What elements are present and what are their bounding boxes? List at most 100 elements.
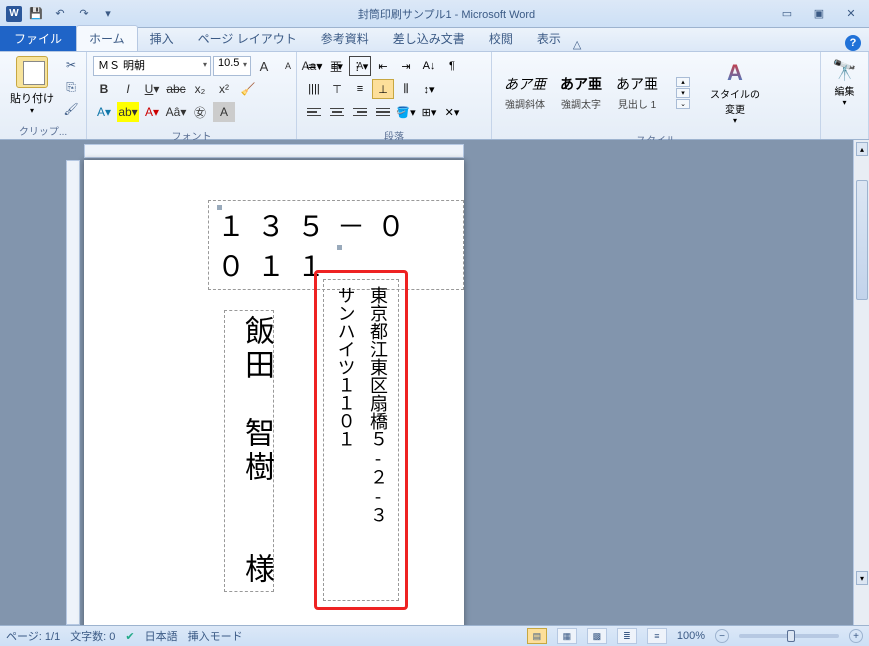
tab-mailings[interactable]: 差し込み文書 [381,26,477,51]
document-area: １３５－００１１ 東京都江東区扇橋５‐２‐３ サンハイツ１１０１ 飯田 智樹 様… [0,140,869,625]
tab-review[interactable]: 校閲 [477,26,525,51]
styles-more-icon[interactable]: ⌄ [676,99,690,109]
shrink-font-icon[interactable]: A [277,56,299,76]
tab-home[interactable]: ホーム [76,25,138,51]
copy-icon[interactable]: ⎘ [62,78,80,96]
align-center-icon[interactable] [326,102,348,122]
char-scale-icon[interactable]: Aâ▾ [165,102,187,122]
recipient-name[interactable]: 飯田 智樹 様 [229,315,283,587]
char-shading-icon[interactable]: A [213,102,235,122]
zoom-slider-thumb[interactable] [787,630,795,642]
superscript-button[interactable]: x² [213,79,235,99]
increase-indent-icon[interactable]: ⇥ [395,56,417,76]
underline-button[interactable]: U▾ [141,79,163,99]
change-styles-icon: A [727,60,743,86]
tab-insert[interactable]: 挿入 [138,26,186,51]
text-direction-icon[interactable]: |||| [303,79,325,99]
view-draft-icon[interactable]: ≡ [647,628,667,644]
qat-dropdown-icon[interactable]: ▾ [98,4,118,24]
close-button[interactable]: ✕ [839,5,863,23]
bullets-icon[interactable]: ≔▾ [303,56,325,76]
enclose-char-icon[interactable]: ㊛ [189,102,211,122]
view-print-layout-icon[interactable]: ▤ [527,628,547,644]
styles-scroll-down-icon[interactable]: ▾ [676,88,690,98]
address-line-2[interactable]: サンハイツ１１０１ [329,286,361,594]
strikethrough-button[interactable]: abc [165,79,187,99]
text-effects-icon[interactable]: A▾ [93,102,115,122]
decrease-indent-icon[interactable]: ⇤ [372,56,394,76]
ribbon-collapse-icon[interactable]: △ [573,38,581,51]
line-spacing-icon[interactable]: ↕▾ [418,79,440,99]
numbering-icon[interactable]: ≡▾ [326,56,348,76]
font-color-icon[interactable]: A▾ [141,102,163,122]
proofing-icon[interactable]: ✔ [125,630,134,643]
zoom-in-button[interactable]: + [849,629,863,643]
view-fullscreen-icon[interactable]: ▦ [557,628,577,644]
vertical-scrollbar[interactable]: ▴ ▾ [853,140,869,625]
page-canvas[interactable]: １３５－００１１ 東京都江東区扇橋５‐２‐３ サンハイツ１１０１ 飯田 智樹 様 [84,160,464,625]
redo-icon[interactable]: ↷ [74,4,94,24]
minimize-button[interactable]: ▭ [775,5,799,23]
align-center-v-icon[interactable]: ≡ [349,79,371,99]
status-insert-mode[interactable]: 挿入モード [188,628,243,644]
address-text-box[interactable]: 東京都江東区扇橋５‐２‐３ サンハイツ１１０１ [323,279,399,601]
multilevel-icon[interactable]: ⋮▾ [349,56,371,76]
cut-icon[interactable]: ✂ [62,56,80,74]
style-emphasis-italic[interactable]: あア亜 強調斜体 [504,74,546,111]
clear-format-icon[interactable]: 🧹 [237,79,259,99]
scroll-thumb[interactable] [856,180,868,300]
font-name-combo[interactable]: ＭＳ 明朝 [93,56,211,76]
view-outline-icon[interactable]: ≣ [617,628,637,644]
view-web-icon[interactable]: ▩ [587,628,607,644]
change-styles-button[interactable]: A スタイルの 変更 ▾ [704,58,766,127]
italic-button[interactable]: I [117,79,139,99]
align-right-icon[interactable] [349,102,371,122]
grow-font-icon[interactable]: A [253,56,275,76]
font-size-combo[interactable]: 10.5 [213,56,251,76]
zoom-slider[interactable] [739,634,839,638]
highlight-icon[interactable]: ab▾ [117,102,139,122]
bold-button[interactable]: B [93,79,115,99]
maximize-button[interactable]: ▣ [807,5,831,23]
show-marks-icon[interactable]: ¶ [441,56,463,76]
style-emphasis-bold[interactable]: あア亜 強調太字 [560,74,602,111]
align-left-icon[interactable] [303,102,325,122]
borders-icon[interactable]: ⊞▾ [418,102,440,122]
status-word-count[interactable]: 文字数: 0 [70,628,115,644]
save-icon[interactable]: 💾 [26,4,46,24]
tab-references[interactable]: 参考資料 [309,26,381,51]
paste-icon [16,56,48,88]
zoom-out-button[interactable]: − [715,629,729,643]
ribbon: 貼り付け ▾ ✂ ⎘ 🖌 クリップ... ＭＳ 明朝 10.5 A A Aa▾ … [0,52,869,140]
zoom-level[interactable]: 100% [677,630,705,642]
tab-page-layout[interactable]: ページ レイアウト [186,26,309,51]
group-editing: 🔭 編集 ▾ [821,52,869,139]
shading-icon[interactable]: 🪣▾ [395,102,417,122]
styles-scroll-up-icon[interactable]: ▴ [676,77,690,87]
format-painter-icon[interactable]: 🖌 [62,100,80,118]
align-top-icon[interactable]: ⊤ [326,79,348,99]
subscript-button[interactable]: x₂ [189,79,211,99]
status-language[interactable]: 日本語 [145,628,178,644]
group-font: ＭＳ 明朝 10.5 A A Aa▾ 亜 A B I U▾ abc x₂ x² … [87,52,297,139]
paste-button[interactable]: 貼り付け ▾ [4,54,60,117]
find-button[interactable]: 🔭 編集 ▾ [825,54,864,126]
recipient-name-box[interactable]: 飯田 智樹 様 [224,310,274,592]
style-heading-1[interactable]: あア亜 見出し 1 [616,74,658,111]
distribute-icon[interactable]: ⫼ [395,79,417,99]
tab-view[interactable]: 表示 [525,26,573,51]
align-bottom-icon[interactable]: ⊥ [372,79,394,99]
group-styles: あア亜 強調斜体 あア亜 強調太字 あア亜 見出し 1 ▴ ▾ ⌄ A スタイル… [492,52,821,139]
tab-file[interactable]: ファイル [0,26,76,51]
sort-icon[interactable]: A↓ [418,56,440,76]
status-page[interactable]: ページ: 1/1 [6,628,60,644]
address-line-1[interactable]: 東京都江東区扇橋５‐２‐３ [362,286,394,594]
vertical-ruler[interactable] [66,160,80,625]
help-icon[interactable]: ? [845,35,861,51]
horizontal-ruler[interactable] [84,144,464,158]
undo-icon[interactable]: ↶ [50,4,70,24]
scroll-down-icon[interactable]: ▾ [856,571,868,585]
asian-layout-icon[interactable]: ✕▾ [441,102,463,122]
scroll-up-icon[interactable]: ▴ [856,142,868,156]
justify-icon[interactable] [372,102,394,122]
